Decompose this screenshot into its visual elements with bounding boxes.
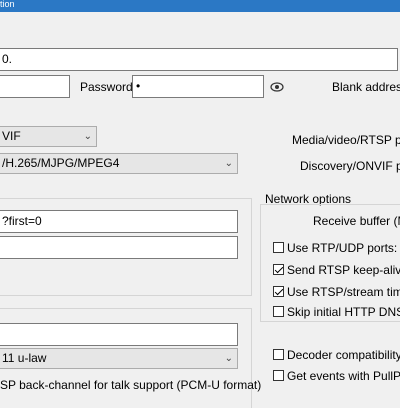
username-input[interactable] — [0, 75, 70, 98]
checkbox-box[interactable] — [273, 370, 284, 381]
checkbox-box[interactable] — [273, 306, 284, 317]
password-input[interactable]: • — [132, 75, 264, 98]
use-rtp-udp-label: Use RTP/UDP ports: — [287, 241, 398, 255]
show-password-icon[interactable] — [270, 82, 284, 92]
chevron-down-icon: ⌄ — [83, 131, 92, 142]
url-input-value: 0. — [2, 52, 13, 66]
use-rtsp-stream-timed-label: Use RTSP/stream timed — [287, 285, 400, 299]
pullpoint-label: Get events with PullPoi — [287, 369, 400, 383]
password-label: Password — [80, 80, 133, 94]
audio-codec-select[interactable]: 11 u-law ⌄ — [0, 348, 238, 369]
audio-codec-select-value: 11 u-law — [2, 351, 47, 365]
pullpoint-checkbox[interactable]: Get events with PullPoi — [273, 369, 400, 383]
skip-http-dns-label: Skip initial HTTP DNS a — [287, 305, 400, 319]
use-rtp-udp-checkbox[interactable]: Use RTP/UDP ports: — [273, 241, 400, 255]
url-input[interactable]: 0. — [0, 48, 398, 71]
audio-input[interactable] — [0, 323, 238, 346]
codec-select-value: /H.265/MJPG/MPEG4 — [2, 156, 120, 170]
stream-path-value: ?first=0 — [2, 214, 42, 228]
receive-buffer-label: Receive buffer (M — [313, 214, 400, 228]
checkbox-box[interactable] — [273, 349, 284, 360]
chevron-down-icon: ⌄ — [224, 158, 233, 169]
checkbox-box-checked[interactable] — [273, 264, 284, 275]
checkbox-box[interactable] — [273, 242, 284, 253]
protocol-select[interactable]: VIF ⌄ — [0, 126, 97, 147]
protocol-select-value: VIF — [2, 129, 21, 143]
codec-select[interactable]: /H.265/MJPG/MPEG4 ⌄ — [0, 153, 238, 174]
decoder-compat-checkbox[interactable]: Decoder compatibility ( — [273, 348, 400, 362]
stream-path-input[interactable]: ?first=0 — [0, 210, 238, 233]
title-bar: tion — [0, 0, 400, 12]
chevron-down-icon: ⌄ — [224, 353, 233, 364]
blank-address-label: Blank address — [332, 80, 400, 94]
substream-path-input[interactable] — [0, 236, 238, 259]
password-value: • — [136, 79, 141, 93]
send-rtsp-keepalives-label: Send RTSP keep-alives — [287, 263, 400, 277]
window-title: tion — [0, 0, 15, 9]
send-rtsp-keepalives-checkbox[interactable]: Send RTSP keep-alives — [273, 263, 400, 277]
backchannel-label: SP back-channel for talk support (PCM-U … — [0, 378, 262, 392]
skip-http-dns-checkbox[interactable]: Skip initial HTTP DNS a — [273, 305, 400, 319]
use-rtsp-stream-timed-checkbox[interactable]: Use RTSP/stream timed — [273, 285, 400, 299]
media-port-label: Media/video/RTSP po — [292, 133, 400, 147]
decoder-compat-label: Decoder compatibility ( — [287, 348, 400, 362]
checkbox-box-checked[interactable] — [273, 286, 284, 297]
discovery-port-label: Discovery/ONVIF po — [300, 159, 400, 173]
